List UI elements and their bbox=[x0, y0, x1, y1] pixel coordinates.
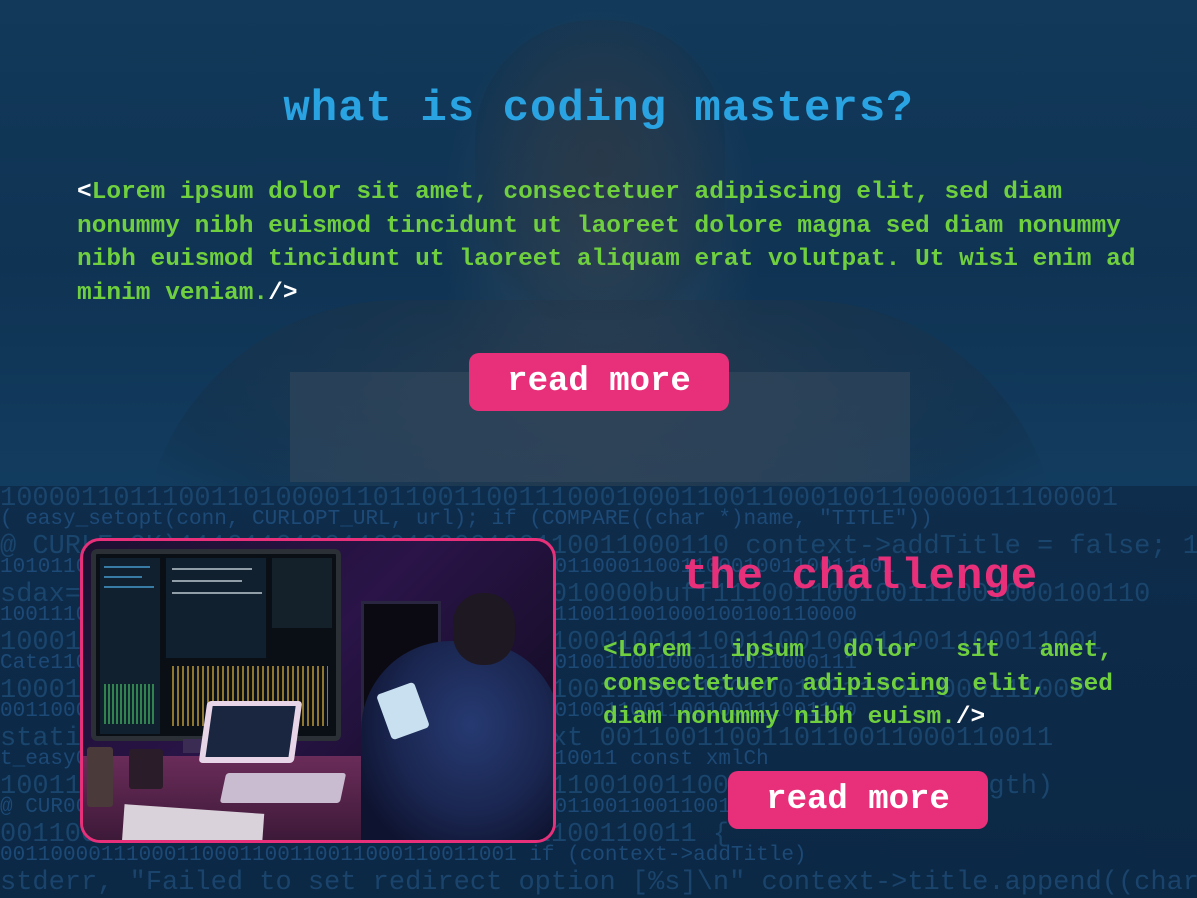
close-bracket: /> bbox=[955, 704, 986, 731]
photo-keyboard bbox=[219, 773, 347, 803]
hero-body-copy: Lorem ipsum dolor sit amet, consectetuer… bbox=[77, 179, 1136, 307]
open-bracket: < bbox=[603, 637, 618, 664]
photo-mug bbox=[129, 749, 163, 789]
code-background-line: ( easy_setopt(conn, CURLOPT_URL, url); i… bbox=[0, 508, 933, 531]
challenge-body-text: <Lorem ipsum dolor sit amet, consectetue… bbox=[603, 634, 1113, 735]
code-background-line: 0011000011100011000110011001100011001100… bbox=[0, 844, 807, 867]
monitor-pane bbox=[272, 558, 332, 628]
monitor-code-line bbox=[104, 586, 154, 588]
monitor-code-line bbox=[172, 580, 242, 582]
photo-tablet bbox=[198, 701, 303, 763]
monitor-code-line bbox=[172, 592, 262, 594]
monitor-code-line bbox=[104, 566, 150, 568]
challenge-read-more-button[interactable]: read more bbox=[728, 771, 988, 829]
monitor-data-grid bbox=[104, 684, 154, 724]
monitor-code-line bbox=[172, 568, 252, 570]
close-bracket: /> bbox=[268, 279, 298, 307]
monitor-pane bbox=[166, 558, 266, 658]
challenge-body-copy: Lorem ipsum dolor sit amet, consectetuer… bbox=[603, 637, 1113, 731]
photo-mug bbox=[87, 747, 113, 807]
hero-title: what is coding masters? bbox=[283, 84, 914, 134]
monitor-code-line bbox=[104, 576, 142, 578]
photo-person-head bbox=[453, 593, 515, 665]
photo-person bbox=[361, 641, 553, 840]
hero-read-more-button[interactable]: read more bbox=[469, 353, 729, 411]
challenge-title: the challenge bbox=[681, 552, 1039, 602]
tablet-screen bbox=[205, 706, 296, 757]
hero-body-text: <Lorem ipsum dolor sit amet, consectetue… bbox=[77, 176, 1137, 310]
developer-photo bbox=[80, 538, 556, 843]
code-background-line: stderr, "Failed to set redirect option [… bbox=[0, 868, 1197, 898]
open-bracket: < bbox=[77, 179, 92, 206]
